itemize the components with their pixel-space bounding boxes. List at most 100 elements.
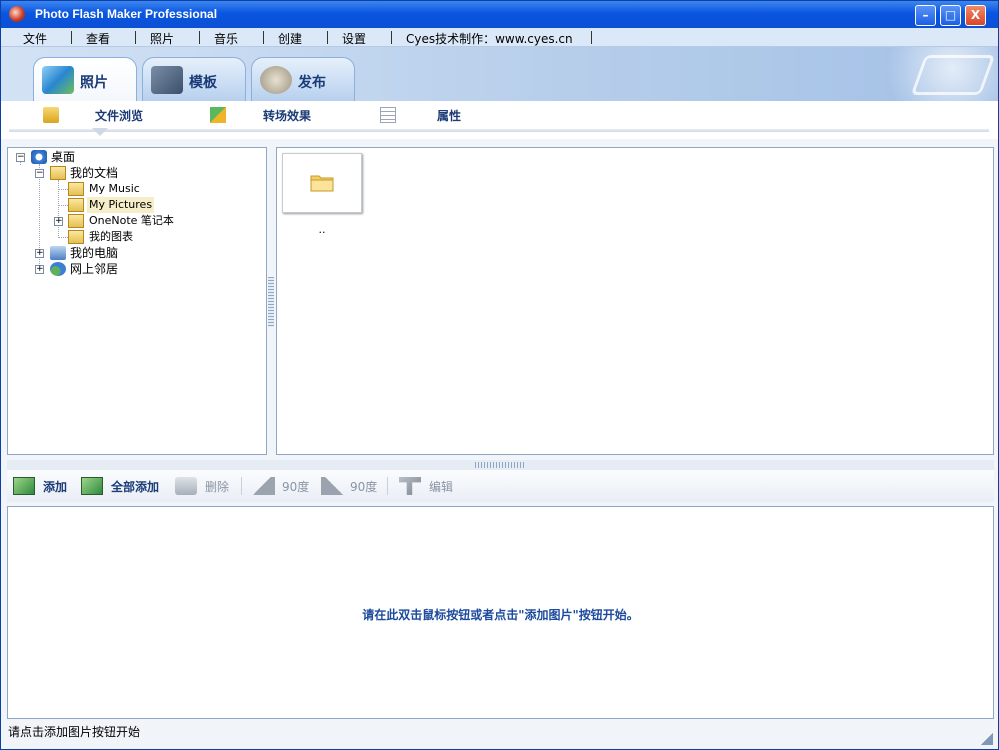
subtab-transition[interactable]: 转场效果 [263, 107, 311, 124]
menu-photo[interactable]: 照片 [150, 30, 174, 47]
menu-separator [263, 31, 264, 44]
menu-view[interactable]: 查看 [86, 30, 110, 47]
template-icon [151, 66, 183, 94]
edit-text-icon [399, 477, 421, 495]
tree-label: 网上邻居 [70, 262, 119, 276]
tree-label: My Pictures [87, 197, 155, 213]
desktop-icon [31, 150, 47, 164]
tab-publish-label: 发布 [298, 75, 326, 91]
tree-node-my-pictures[interactable]: My Pictures [68, 197, 248, 213]
menu-separator [71, 31, 72, 44]
tree-node-onenote[interactable]: + OneNote 笔记本 [53, 213, 253, 229]
maximize-button[interactable]: □ [940, 5, 961, 26]
menu-separator [327, 31, 328, 44]
folder-icon [310, 175, 334, 192]
menu-settings[interactable]: 设置 [342, 30, 366, 47]
menu-about-link[interactable]: Cyes技术制作：www.cyes.cn [406, 30, 573, 47]
tree-line [58, 189, 68, 190]
subtab-underline [9, 129, 989, 132]
vertical-splitter[interactable] [268, 277, 274, 327]
horizontal-splitter[interactable] [475, 462, 525, 468]
subtab-file-browse[interactable]: 文件浏览 [95, 107, 143, 124]
collapse-icon[interactable]: − [35, 169, 44, 178]
add-all-button[interactable]: 全部添加 [81, 477, 165, 495]
tree-label: 桌面 [51, 150, 76, 164]
add-photo-icon [13, 477, 35, 495]
menu-separator [199, 31, 200, 44]
tab-publish[interactable]: 发布 [251, 57, 355, 101]
tree-node-desktop[interactable]: − 桌面 [15, 149, 255, 165]
tree-line [58, 237, 68, 238]
tree-label: My Music [89, 182, 140, 195]
expand-icon[interactable]: + [35, 249, 44, 258]
photos-icon [42, 66, 74, 94]
empty-hint: 请在此双击鼠标按钮或者点击"添加图片"按钮开始。 [362, 608, 639, 622]
pictures-folder-icon [68, 198, 84, 212]
resize-grip-icon[interactable] [981, 733, 993, 745]
tree-node-my-charts[interactable]: 我的图表 [68, 229, 248, 245]
publish-icon [260, 66, 292, 94]
rotate-right-button[interactable]: 90度 [321, 477, 381, 495]
expand-icon[interactable]: + [35, 265, 44, 274]
trash-icon [175, 477, 197, 495]
delete-button[interactable]: 删除 [175, 477, 235, 495]
expand-icon[interactable]: + [54, 217, 63, 226]
computer-icon [50, 246, 66, 260]
app-window: Photo Flash Maker Professional – □ X 文件 … [0, 0, 999, 750]
menu-create[interactable]: 创建 [278, 30, 302, 47]
menu-separator [135, 31, 136, 44]
tree-label: 我的图表 [89, 230, 133, 243]
music-folder-icon [68, 182, 84, 196]
app-icon [9, 6, 25, 22]
film-strip-icon [910, 55, 996, 95]
add-all-icon [81, 477, 103, 495]
add-all-label: 全部添加 [111, 480, 160, 494]
edit-label: 编辑 [429, 480, 454, 494]
properties-icon [380, 107, 396, 123]
tab-header: 照片 模板 发布 [1, 47, 998, 102]
transition-icon [210, 107, 226, 123]
subtab-properties[interactable]: 属性 [437, 107, 461, 124]
tree-label: OneNote 笔记本 [89, 214, 174, 227]
tree-label: 我的文档 [70, 166, 119, 180]
rotate-left-icon [253, 477, 275, 495]
sub-toolbar [1, 101, 998, 139]
file-browse-icon [43, 107, 59, 123]
edit-button[interactable]: 编辑 [399, 477, 459, 495]
menu-file[interactable]: 文件 [23, 30, 47, 47]
menu-separator [591, 31, 592, 44]
file-label: .. [318, 223, 326, 236]
title-bar[interactable]: Photo Flash Maker Professional – □ X [1, 1, 998, 28]
close-button[interactable]: X [965, 5, 986, 26]
tab-template[interactable]: 模板 [142, 57, 246, 101]
menu-separator [391, 31, 392, 44]
add-button[interactable]: 添加 [13, 477, 73, 495]
rotate-left-button[interactable]: 90度 [253, 477, 313, 495]
tab-photos-label: 照片 [80, 75, 108, 91]
rotate-right-icon [321, 477, 343, 495]
tree-node-my-music[interactable]: My Music [68, 181, 248, 197]
toolbar-separator [241, 477, 242, 495]
documents-folder-icon [50, 166, 66, 180]
minimize-button[interactable]: – [915, 5, 936, 26]
folder-icon [68, 230, 84, 244]
rotate-right-label: 90度 [350, 480, 378, 494]
menu-music[interactable]: 音乐 [214, 30, 238, 47]
tree-node-my-documents[interactable]: − 我的文档 [34, 165, 254, 181]
photo-list-area[interactable]: 请在此双击鼠标按钮或者点击"添加图片"按钮开始。 [7, 506, 994, 719]
tab-template-label: 模板 [189, 75, 217, 91]
tree-node-my-computer[interactable]: + 我的电脑 [34, 245, 254, 261]
rotate-left-label: 90度 [282, 480, 310, 494]
add-label: 添加 [43, 480, 68, 494]
active-subtab-pointer [92, 128, 108, 136]
toolbar-separator [387, 477, 388, 495]
tab-photos[interactable]: 照片 [33, 57, 137, 102]
header-decoration [848, 47, 998, 101]
status-bar: 请点击添加图片按钮开始 [1, 719, 998, 749]
status-text: 请点击添加图片按钮开始 [8, 725, 141, 739]
tree-node-network[interactable]: + 网上邻居 [34, 261, 254, 277]
window-title: Photo Flash Maker Professional [35, 7, 218, 21]
collapse-icon[interactable]: − [16, 153, 25, 162]
menu-bar: 文件 查看 照片 音乐 创建 设置 Cyes技术制作：www.cyes.cn [1, 28, 998, 47]
file-browser[interactable] [276, 147, 994, 455]
